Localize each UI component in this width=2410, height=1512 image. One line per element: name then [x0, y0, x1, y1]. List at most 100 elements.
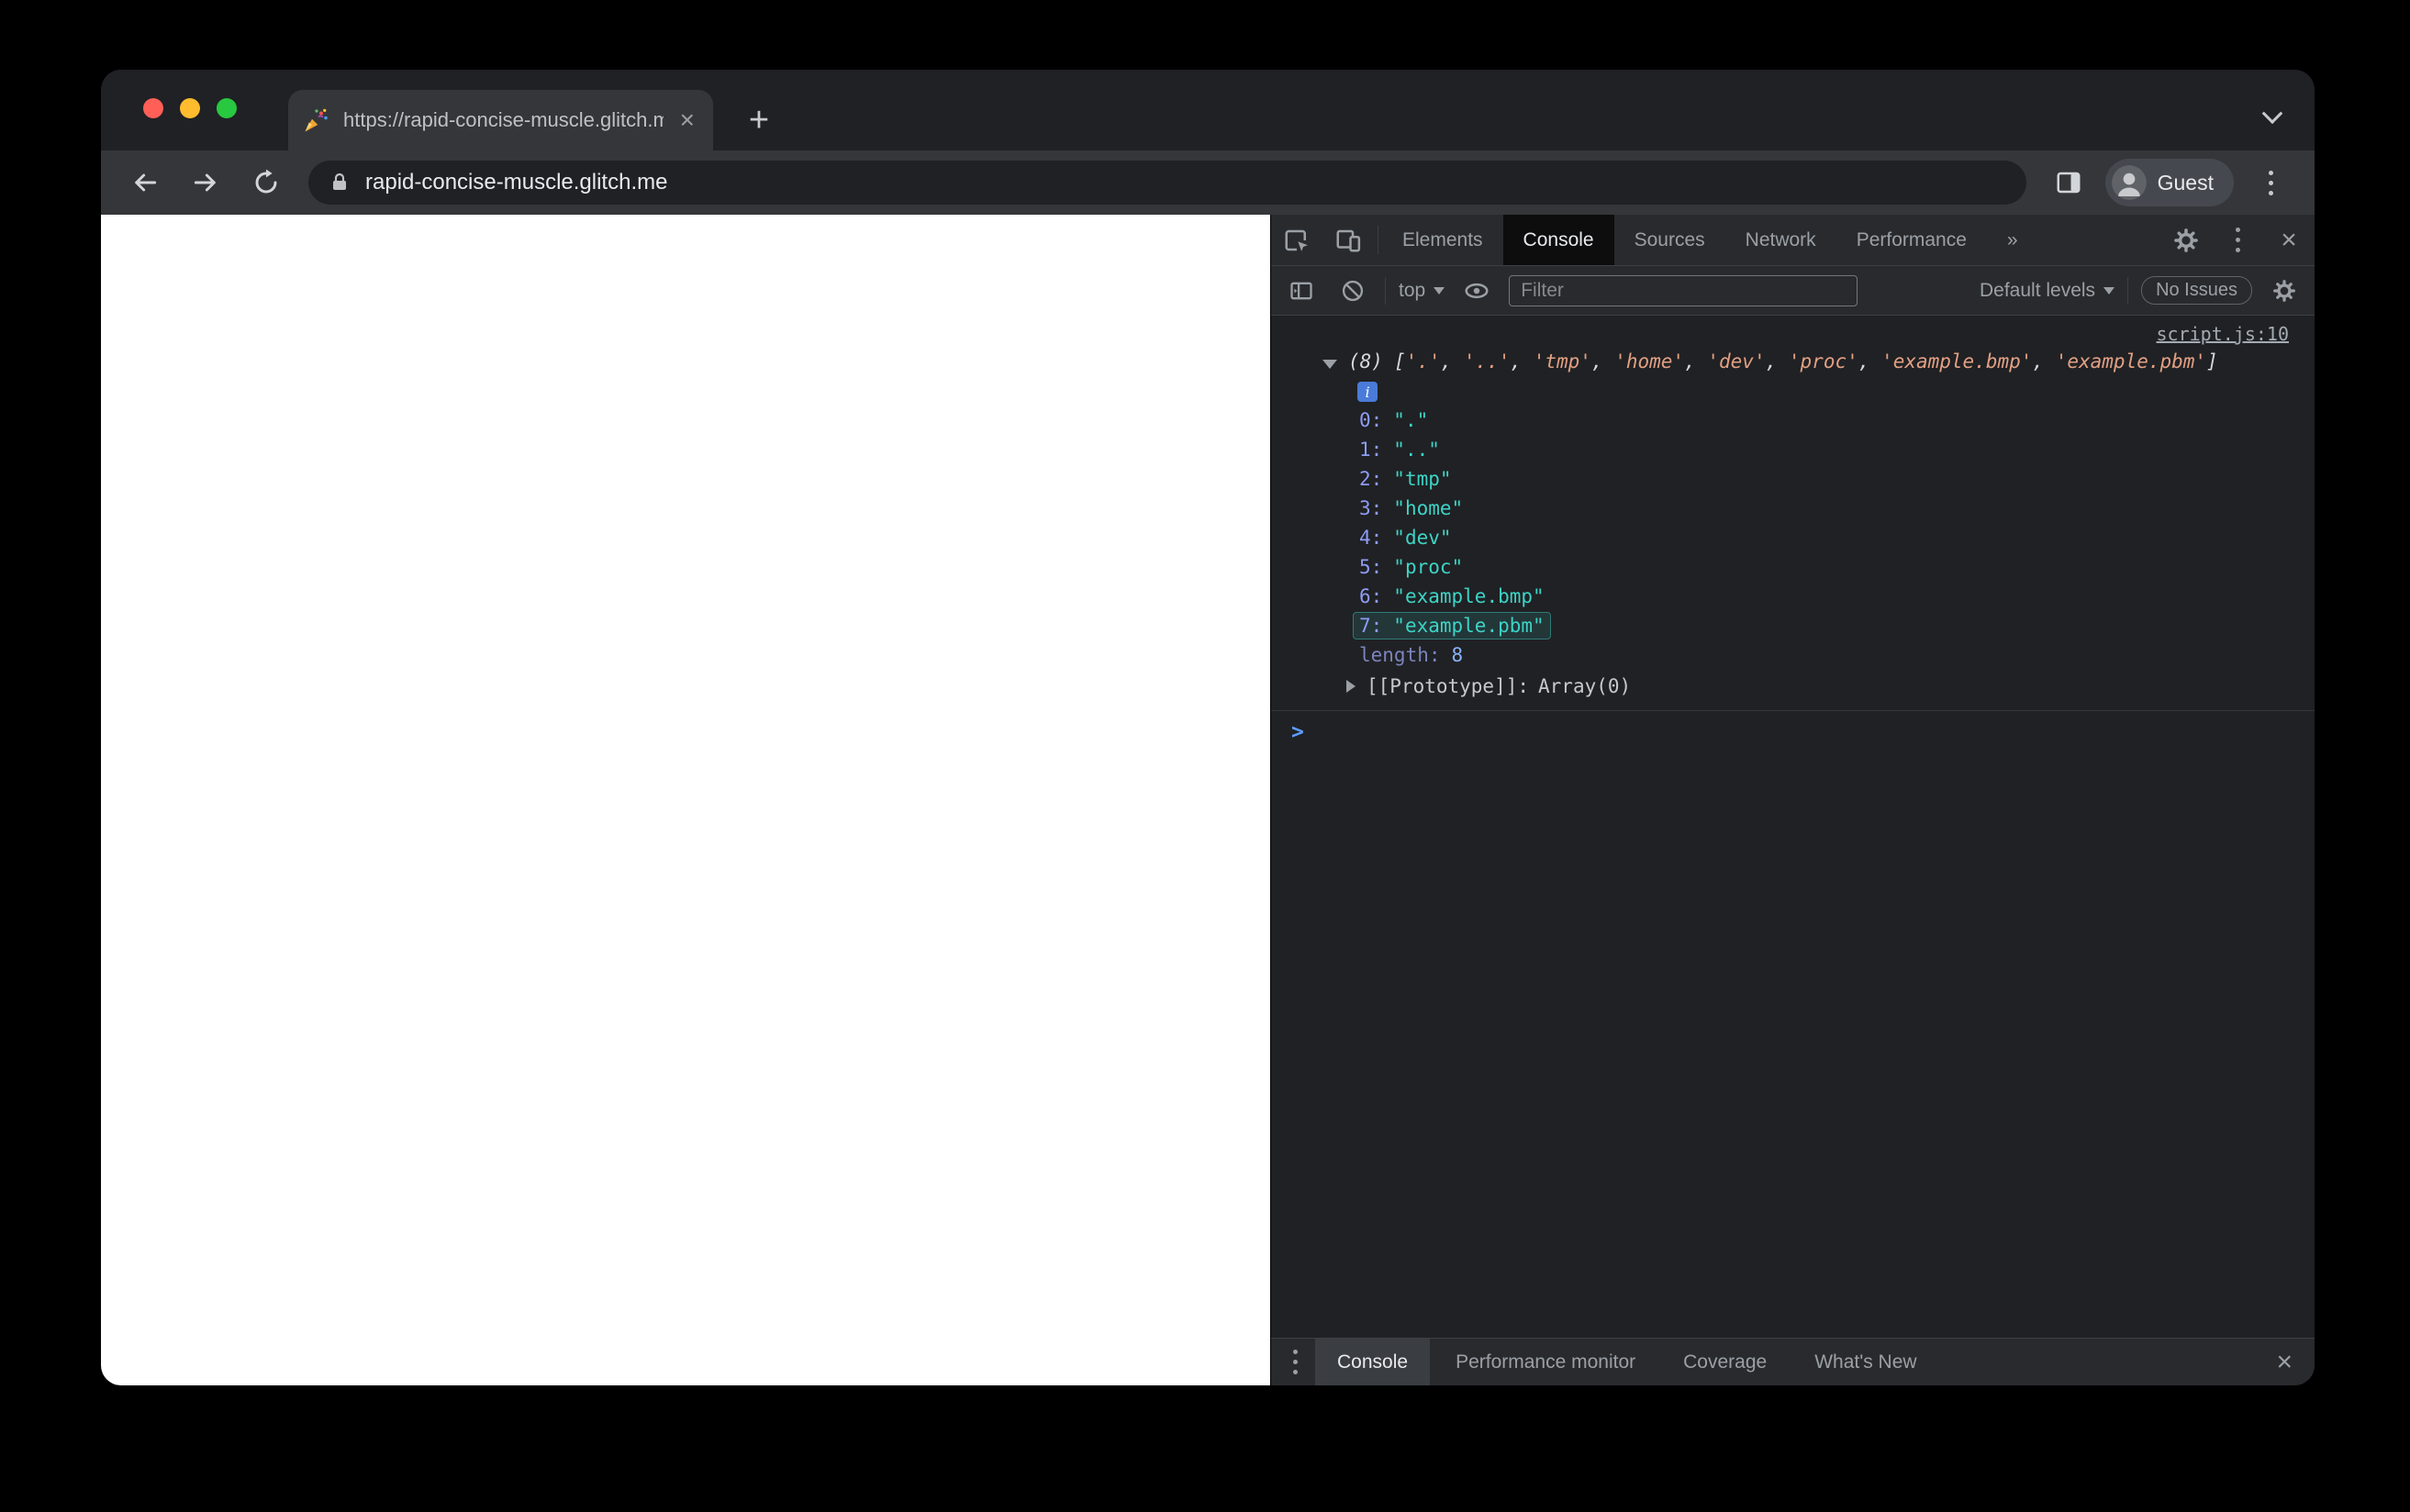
array-entry[interactable]: 4: "dev"	[1271, 523, 2315, 552]
context-selector-label: top	[1399, 279, 1426, 301]
devtools-tab-console[interactable]: Console	[1502, 215, 1614, 265]
close-window-button[interactable]	[143, 98, 163, 118]
preview-item: 'example.pbm'	[2055, 350, 2207, 372]
array-entry[interactable]: 0: "."	[1271, 406, 2315, 435]
divider	[1385, 276, 1386, 305]
window-controls	[143, 98, 237, 118]
url-text: rapid-concise-muscle.glitch.me	[365, 170, 668, 195]
clear-console-icon	[1342, 280, 1364, 301]
new-tab-button[interactable]: +	[738, 99, 780, 141]
device-toolbar-button[interactable]	[1322, 215, 1374, 265]
array-entry-highlighted[interactable]: 7: "example.pbm"	[1271, 611, 2315, 640]
kebab-menu-icon	[2235, 228, 2240, 252]
divider	[2127, 276, 2129, 305]
devtools-panel: Elements Console Sources Network Perform…	[1270, 215, 2315, 1385]
address-bar[interactable]: rapid-concise-muscle.glitch.me	[308, 161, 2026, 205]
console-message: script.js:10 (8) ['.', '..', 'tmp', 'home…	[1271, 319, 2315, 711]
browser-toolbar: rapid-concise-muscle.glitch.me Guest	[101, 150, 2315, 215]
forward-button[interactable]	[182, 159, 229, 206]
browser-menu-button[interactable]	[2247, 159, 2294, 206]
array-length-row[interactable]: length: 8	[1271, 640, 2315, 670]
console-sidebar-button[interactable]	[1282, 272, 1321, 310]
context-selector[interactable]: top	[1399, 280, 1445, 302]
kebab-menu-icon	[2268, 170, 2273, 195]
array-entry[interactable]: 3: "home"	[1271, 494, 2315, 523]
prototype-row[interactable]: [[Prototype]]: Array(0)	[1271, 670, 2315, 703]
browser-window: https://rapid-concise-muscle.glitch.me ×…	[101, 70, 2315, 1385]
minimize-window-button[interactable]	[180, 98, 200, 118]
drawer-tab-whats-new[interactable]: What's New	[1792, 1339, 1938, 1385]
console-sidebar-icon	[1290, 282, 1312, 299]
preview-item: 'example.bmp'	[1881, 350, 2033, 372]
tab-title: https://rapid-concise-muscle.glitch.me	[343, 108, 664, 131]
drawer-menu-button[interactable]	[1278, 1350, 1311, 1374]
devtools-tab-elements[interactable]: Elements	[1382, 215, 1503, 265]
devtools-settings-button[interactable]	[2160, 215, 2212, 265]
prompt-chevron-icon: >	[1291, 720, 1304, 744]
console-prompt[interactable]: >	[1271, 711, 2315, 744]
preview-item: 'dev'	[1707, 350, 1766, 372]
preview-item: 'home'	[1614, 350, 1685, 372]
console-filter-input[interactable]	[1509, 274, 1858, 306]
browser-tab[interactable]: https://rapid-concise-muscle.glitch.me ×	[288, 90, 713, 150]
tab-strip: https://rapid-concise-muscle.glitch.me ×…	[101, 70, 2315, 150]
info-icon: i	[1357, 382, 1378, 402]
profile-label: Guest	[2157, 170, 2214, 195]
live-expression-button[interactable]	[1457, 272, 1496, 310]
devtools-drawer: Console Performance monitor Coverage Wha…	[1271, 1338, 2315, 1385]
collapse-triangle-icon[interactable]	[1322, 360, 1337, 369]
console-messages-area: script.js:10 (8) ['.', '..', 'tmp', 'home…	[1271, 316, 2315, 1338]
caret-down-icon	[1434, 286, 1445, 295]
reload-button[interactable]	[242, 159, 290, 206]
drawer-close-button[interactable]: ×	[2261, 1348, 2307, 1376]
console-toolbar: top Default levels No Issues	[1271, 266, 2315, 316]
console-settings-button[interactable]	[2265, 272, 2304, 310]
avatar	[2111, 165, 2147, 200]
devtools-tab-sources[interactable]: Sources	[1614, 215, 1725, 265]
array-entry[interactable]: 5: "proc"	[1271, 552, 2315, 582]
lock-icon	[333, 172, 346, 190]
log-levels-label: Default levels	[1980, 279, 2096, 301]
more-tabs-button[interactable]: »	[1987, 215, 2038, 265]
log-levels-selector[interactable]: Default levels	[1980, 279, 2115, 302]
devtools-tab-performance[interactable]: Performance	[1836, 215, 1987, 265]
party-popper-icon	[303, 106, 330, 134]
forward-arrow-icon	[194, 173, 216, 192]
chevron-down-icon	[2261, 103, 2283, 125]
console-array-preview[interactable]: (8) ['.', '..', 'tmp', 'home', 'dev', 'pr…	[1271, 349, 2315, 378]
device-toolbar-icon	[1336, 229, 1361, 251]
close-icon: ×	[2281, 224, 2297, 255]
drawer-tab-console[interactable]: Console	[1315, 1339, 1431, 1385]
issues-counter[interactable]: No Issues	[2141, 276, 2252, 305]
tab-overview-button[interactable]	[2252, 97, 2293, 138]
bracket: ]	[2206, 350, 2218, 372]
inspect-element-button[interactable]	[1271, 215, 1322, 265]
profile-button[interactable]: Guest	[2104, 159, 2234, 206]
preview-item: 'tmp'	[1533, 350, 1591, 372]
devtools-menu-button[interactable]	[2212, 215, 2263, 265]
reload-icon	[255, 169, 277, 194]
window-content: Elements Console Sources Network Perform…	[101, 215, 2315, 1385]
devtools-tab-bar: Elements Console Sources Network Perform…	[1271, 215, 2315, 266]
drawer-tab-coverage[interactable]: Coverage	[1661, 1339, 1789, 1385]
tab-close-icon[interactable]: ×	[676, 107, 698, 133]
array-entry[interactable]: 6: "example.bmp"	[1271, 582, 2315, 611]
kebab-menu-icon	[1292, 1350, 1298, 1374]
drawer-tab-performance-monitor[interactable]: Performance monitor	[1434, 1339, 1657, 1385]
array-entry[interactable]: 2: "tmp"	[1271, 464, 2315, 494]
console-source-link[interactable]: script.js:10	[2157, 323, 2290, 345]
expand-triangle-icon[interactable]	[1346, 680, 1356, 693]
zoom-window-button[interactable]	[217, 98, 237, 118]
clear-console-button[interactable]	[1333, 272, 1372, 310]
back-arrow-icon	[135, 173, 157, 192]
side-panel-button[interactable]	[2045, 159, 2092, 206]
array-count: (8)	[1348, 350, 1383, 372]
preview-item: 'proc'	[1788, 350, 1858, 372]
side-panel-icon	[2057, 172, 2081, 194]
page-viewport	[101, 215, 1270, 1385]
preview-item: '..'	[1463, 350, 1511, 372]
devtools-close-button[interactable]: ×	[2263, 215, 2315, 265]
back-button[interactable]	[121, 159, 169, 206]
devtools-tab-network[interactable]: Network	[1725, 215, 1836, 265]
array-entry[interactable]: 1: ".."	[1271, 435, 2315, 464]
